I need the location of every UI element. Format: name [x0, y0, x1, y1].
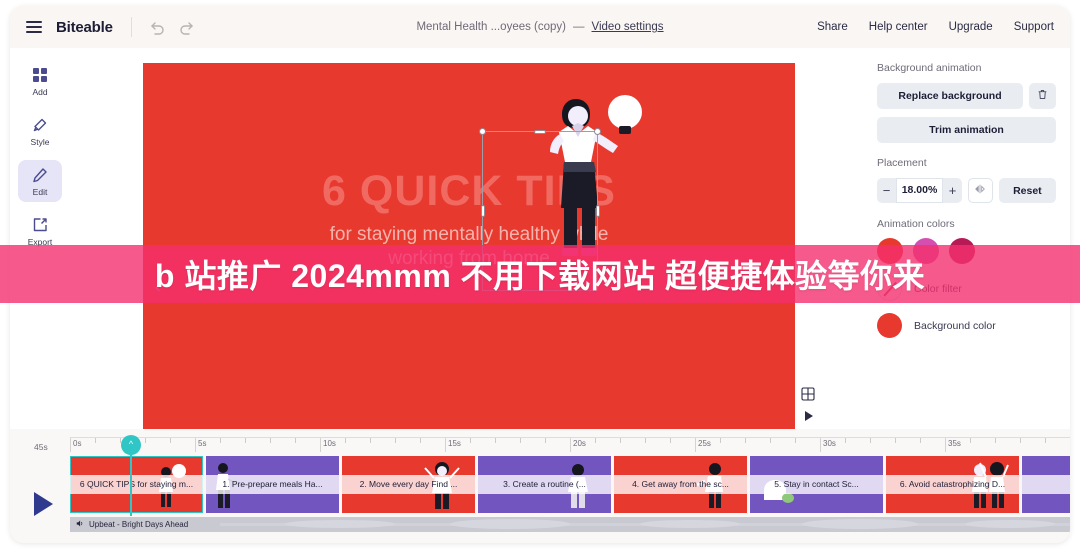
rail-label-add: Add: [32, 87, 48, 97]
background-animation-label: Background animation: [877, 62, 982, 74]
undo-icon[interactable]: [148, 18, 166, 36]
audio-track-bar[interactable]: Upbeat - Bright Days Ahead: [70, 517, 1070, 532]
rail-item-add[interactable]: Add: [18, 60, 62, 102]
export-icon: [32, 217, 48, 233]
resize-handle-top-left[interactable]: [479, 128, 486, 135]
audio-track-label: Upbeat - Bright Days Ahead: [70, 519, 188, 530]
redo-icon[interactable]: [178, 18, 196, 36]
resize-handle-top-right[interactable]: [594, 128, 601, 135]
play-icon[interactable]: [801, 409, 815, 423]
background-color-swatch[interactable]: [877, 313, 902, 338]
rail-item-style[interactable]: Style: [18, 110, 62, 152]
timeline-scene[interactable]: 5. Stay in contact Sc...: [750, 456, 883, 513]
flip-horizontal-button[interactable]: [968, 178, 993, 203]
timeline: 45s ♪ 0s 5s 10s 15s 20s 25s 30s 35s: [10, 429, 1070, 543]
toolbar-divider: [130, 17, 132, 37]
background-color-label: Background color: [914, 319, 996, 332]
timeline-scene[interactable]: 1. Pre-prepare meals Ha...: [206, 456, 339, 513]
background-color-row[interactable]: Background color: [877, 313, 1056, 338]
title-separator: —: [573, 21, 585, 33]
ruler-label-10s: 10s: [323, 439, 336, 448]
scene-label: 5. Stay in contact Sc...: [750, 475, 883, 494]
nav-help-center[interactable]: Help center: [869, 21, 928, 33]
document-title: Mental Health ...oyees (copy): [416, 21, 567, 33]
total-duration-label: 45s: [34, 442, 48, 452]
top-bar: Biteable Mental Health ...oyees (copy) —: [10, 6, 1070, 48]
trim-animation-button[interactable]: Trim animation: [877, 117, 1056, 143]
nav-upgrade[interactable]: Upgrade: [949, 21, 993, 33]
app-root: Biteable Mental Health ...oyees (copy) —: [0, 0, 1080, 549]
resize-handle-top[interactable]: [534, 129, 546, 134]
pencil-icon: [32, 167, 48, 183]
resize-handle-left[interactable]: [480, 205, 485, 217]
scene-list: 6 QUICK TIPS for staying m... 1. Pre-pre…: [70, 456, 1070, 513]
timeline-play-button[interactable]: [34, 492, 53, 516]
hamburger-icon[interactable]: [26, 21, 42, 33]
video-settings-link[interactable]: Video settings: [592, 21, 664, 33]
nav-share[interactable]: Share: [817, 21, 848, 33]
rail-item-edit[interactable]: Edit: [18, 160, 62, 202]
animation-colors-label: Animation colors: [877, 218, 955, 230]
scene-label: 2. Move every day Find ...: [342, 475, 475, 494]
scene-label: 1. Pre-prepare meals Ha...: [206, 475, 339, 494]
ruler-label-25s: 25s: [698, 439, 711, 448]
timeline-playhead[interactable]: ^: [121, 435, 141, 516]
scene-label: 6. Avoid catastrophizing D...: [886, 475, 1019, 494]
scene-label: 4. Get away from the sc...: [614, 475, 747, 494]
brand-logo[interactable]: Biteable: [56, 19, 113, 36]
properties-panel: Background animation Replace background …: [868, 48, 1070, 429]
grid-icon[interactable]: [801, 387, 815, 401]
left-rail: Add Style Edit Export: [10, 48, 70, 429]
placement-controls: − 18.00% + Reset: [877, 178, 1056, 203]
audio-waveform: [220, 519, 1070, 529]
timeline-scene[interactable]: 3. Create a routine (...: [478, 456, 611, 513]
scale-increase-button[interactable]: +: [943, 178, 962, 203]
speaker-icon: [76, 519, 85, 530]
timeline-scene[interactable]: S...: [1022, 456, 1070, 513]
rail-label-edit: Edit: [32, 187, 48, 197]
grid-add-icon: [32, 67, 48, 83]
timeline-scene[interactable]: 6. Avoid catastrophizing D...: [886, 456, 1019, 513]
music-note-icon[interactable]: ♪: [37, 539, 44, 543]
undo-redo-group: [148, 18, 196, 36]
rail-label-style: Style: [30, 137, 50, 147]
scene-label: 6 QUICK TIPS for staying m...: [70, 475, 203, 494]
timeline-scene[interactable]: 2. Move every day Find ...: [342, 456, 475, 513]
ruler-label-20s: 20s: [573, 439, 586, 448]
flip-horizontal-icon: [974, 182, 986, 200]
canvas-stage: 6 QUICK TIPS for staying mentally health…: [70, 48, 897, 434]
ruler-label-30s: 30s: [823, 439, 836, 448]
trash-icon: [1037, 89, 1048, 103]
top-nav: Share Help center Upgrade Support: [817, 6, 1054, 48]
ruler-label-5s: 5s: [198, 439, 207, 448]
canvas-tools: [801, 387, 815, 423]
timeline-scene[interactable]: 6 QUICK TIPS for staying m...: [70, 456, 203, 513]
scale-decrease-button[interactable]: −: [877, 178, 896, 203]
ruler-label-0s: 0s: [73, 439, 82, 448]
background-actions-row: Replace background: [877, 83, 1056, 109]
ruler-label-35s: 35s: [948, 439, 961, 448]
canvas-heading[interactable]: 6 QUICK TIPS: [143, 167, 795, 216]
timeline-ruler[interactable]: 0s 5s 10s 15s 20s 25s 30s 35s: [70, 437, 1070, 453]
delete-background-button[interactable]: [1029, 83, 1056, 109]
scene-label: 3. Create a routine (...: [478, 475, 611, 494]
replace-background-button[interactable]: Replace background: [877, 83, 1023, 109]
promo-banner-text: b 站推广 2024mmm 不用下载网站 超便捷体验等你来: [154, 258, 926, 294]
reset-placement-button[interactable]: Reset: [998, 178, 1056, 203]
scale-value-input[interactable]: 18.00%: [896, 178, 943, 203]
playhead-handle[interactable]: ^: [121, 435, 141, 455]
timeline-scene[interactable]: 4. Get away from the sc...: [614, 456, 747, 513]
scene-label: S...: [1022, 475, 1070, 494]
resize-handle-right[interactable]: [595, 205, 600, 217]
scale-stepper: − 18.00% +: [877, 178, 962, 203]
nav-support[interactable]: Support: [1014, 21, 1054, 33]
ruler-label-15s: 15s: [448, 439, 461, 448]
promo-banner-overlay[interactable]: b 站推广 2024mmm 不用下载网站 超便捷体验等你来: [0, 245, 1080, 303]
palette-icon: [32, 117, 48, 133]
placement-label: Placement: [877, 157, 927, 169]
audio-track-name: Upbeat - Bright Days Ahead: [89, 520, 189, 529]
